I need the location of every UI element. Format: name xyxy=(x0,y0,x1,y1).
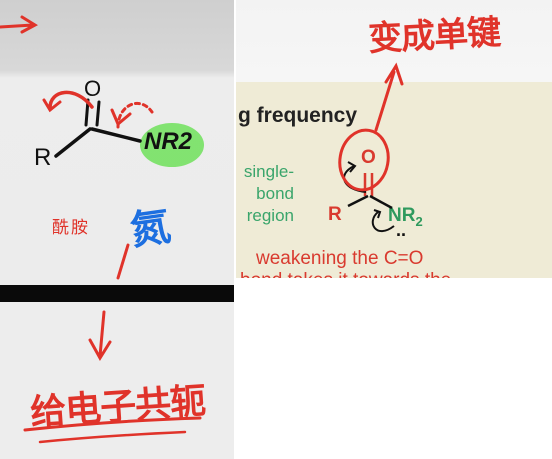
right-panel: g frequency single- bond region O R NR2 … xyxy=(236,0,552,278)
arrow-up-icon xyxy=(374,62,404,132)
excerpt-curved-arrow-bottom-icon xyxy=(371,211,395,233)
left-panel: O R NR2 酰胺 氮 给电子共轭 xyxy=(0,0,234,459)
amide-label: 酰胺 xyxy=(52,218,90,237)
excerpt-bond-c-o xyxy=(363,173,374,196)
group-nr2-label: NR2 xyxy=(144,128,193,155)
bond-c-n xyxy=(90,127,142,143)
handwritten-nitrogen: 氮 xyxy=(127,204,174,254)
excerpt-bond-r-c xyxy=(347,194,369,208)
curved-arrow-dashed-icon xyxy=(116,101,154,129)
arrow-right-icon xyxy=(0,15,39,34)
bond-c-o-2 xyxy=(95,100,101,127)
bond-r-c xyxy=(54,127,92,158)
arrow-down-icon xyxy=(88,310,112,361)
excerpt-bond-c-n xyxy=(369,194,393,210)
handwritten-top-note: 变成单键 xyxy=(367,13,502,59)
atom-r-label: R xyxy=(34,144,52,171)
atom-o-label: O xyxy=(84,76,102,101)
